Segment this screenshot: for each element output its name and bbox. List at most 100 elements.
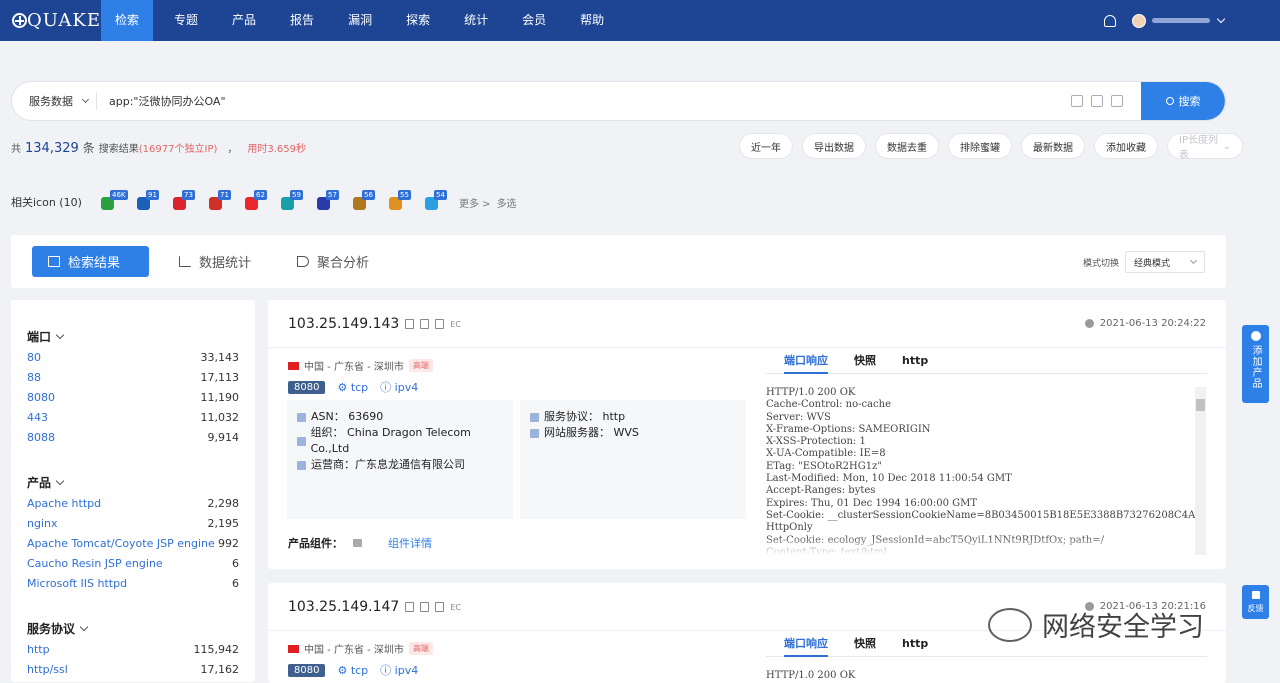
filter-item[interactable]: http/ssl 17,162 [27,660,239,680]
port-badge[interactable]: 8080 [288,663,326,677]
plus-icon [1250,331,1261,341]
related-icon-8[interactable]: 55 [385,190,411,214]
username-blurred[interactable] [1152,18,1210,23]
chevron-down-icon[interactable] [1216,14,1226,23]
filter-item[interactable]: Apache Tomcat/Coyote JSP engine 992 [27,534,239,554]
related-icon-3[interactable]: 71 [205,190,231,214]
filter-item[interactable]: Microsoft IIS httpd 6 [27,574,239,594]
tab-port-response[interactable]: 端口响应 [784,635,828,657]
scrollbar-thumb[interactable] [1196,399,1205,411]
filter-item[interactable]: 88 17,113 [27,368,239,388]
related-icon-7[interactable]: 56 [349,190,375,214]
action-button-6[interactable]: IP长度列表 ⌄ [1167,133,1243,161]
result-count: 134,329 [25,141,79,156]
filter-title[interactable]: 端口 [27,326,239,346]
copy-icon[interactable] [405,602,415,612]
filter-title[interactable]: 服务协议 [27,618,239,638]
ec-badge[interactable]: EC [450,603,461,612]
document-icon[interactable] [420,602,430,612]
add-product-button[interactable]: 添加产品 [1242,325,1269,403]
open-link-icon[interactable] [435,319,445,329]
action-buttons: 近一年 导出数据 数据去重 排除蜜罐 最新数据 添加收藏 IP长度列表 ⌄ [739,133,1243,161]
nav-item-2[interactable]: 产品 [219,0,269,41]
list-icon [48,256,60,267]
chevron-down-icon [55,476,65,485]
filter-item[interactable]: 443 11,032 [27,408,239,428]
filter-item[interactable]: 8088 9,914 [27,428,239,448]
search-type-select[interactable]: 服务数据 [12,92,97,110]
avatar[interactable] [1132,13,1146,28]
nav-menu: 检索 专题 产品 报告 漏洞 探索 统计 会员 帮助 [101,0,625,41]
tab-snapshot[interactable]: 快照 [854,352,876,374]
icon-count-badge: 56 [362,190,375,200]
nav-item-5[interactable]: 探索 [393,0,443,41]
icon-count-badge: 73 [182,190,195,200]
protocol-icon [530,412,539,422]
nav-item-8[interactable]: 帮助 [567,0,617,41]
related-icon-2[interactable]: 73 [169,190,195,214]
logo-mark-icon [12,13,27,28]
transport-label: ⚙ tcp [337,380,369,394]
action-button-0[interactable]: 近一年 [739,133,793,159]
related-icon-1[interactable]: 91 [133,190,159,214]
response-body[interactable]: HTTP/1.0 200 OK Cache-Control: no-cache … [766,387,1196,555]
related-icons-label: 相关icon (10) [11,196,82,209]
filter-item[interactable]: 8080 11,190 [27,388,239,408]
nav-item-7[interactable]: 会员 [509,0,559,41]
related-icon-6[interactable]: 57 [313,190,339,214]
related-icon-4[interactable]: 62 [241,190,267,214]
nav-item-6[interactable]: 统计 [451,0,501,41]
related-icon-5[interactable]: 59 [277,190,303,214]
feedback-button[interactable]: 反馈 [1242,585,1269,619]
response-scrollbar[interactable] [1195,387,1206,555]
filter-item[interactable]: 80 33,143 [27,348,239,368]
related-icon-0[interactable]: 46K [97,190,128,214]
tab-port-response[interactable]: 端口响应 [784,352,828,374]
action-button-2[interactable]: 数据去重 [875,133,939,159]
watermark: 网络安全学习 [988,605,1204,644]
user-area [1104,0,1226,41]
document-icon[interactable] [420,319,430,329]
nav-item-0[interactable]: 检索 [101,0,154,41]
copy-icon[interactable] [405,319,415,329]
filter-item[interactable]: Caucho Resin JSP engine 6 [27,554,239,574]
quake-logo[interactable]: QUAKE [0,10,101,31]
product-components: 产品组件： 组件详情 [288,535,432,551]
mode-select[interactable]: 经典模式 [1125,251,1205,273]
icon-count-badge: 62 [254,190,267,200]
response-body[interactable]: HTTP/1.0 200 OK [766,670,1196,683]
nav-item-4[interactable]: 漏洞 [335,0,385,41]
filter-item[interactable]: http 115,942 [27,640,239,660]
action-button-3[interactable]: 排除蜜罐 [948,133,1012,159]
scan-icon[interactable] [1071,95,1083,107]
tab-aggregate[interactable]: 聚合分析 [281,246,385,277]
open-link-icon[interactable] [435,602,445,612]
tab-http[interactable]: http [902,635,928,657]
nav-item-1[interactable]: 专题 [161,0,211,41]
action-button-1[interactable]: 导出数据 [802,133,866,159]
image-search-icon[interactable] [1091,95,1103,107]
multi-select-link[interactable]: 多选 [497,195,517,210]
mode-switch: 模式切换 经典模式 [1083,251,1205,273]
ec-badge[interactable]: EC [450,320,461,329]
action-button-4[interactable]: 最新数据 [1021,133,1085,159]
port-badge[interactable]: 8080 [288,380,326,394]
component-detail-link[interactable]: 组件详情 [388,535,432,551]
tab-stats[interactable]: 数据统计 [163,246,267,277]
search-bar: 服务数据 app:"泛微协同办公OA" 搜索 [11,81,1226,121]
port-info: 8080 ⚙ tcp ⓘ ipv4 [288,379,418,395]
settings-icon[interactable] [1111,95,1123,107]
related-icon-9[interactable]: 54 [421,190,447,214]
search-button[interactable]: 搜索 [1141,82,1225,120]
action-button-5[interactable]: 添加收藏 [1094,133,1158,159]
search-input[interactable]: app:"泛微协同办公OA" [97,93,1071,109]
notification-bell-icon[interactable] [1104,14,1116,27]
tab-http[interactable]: http [902,352,928,374]
tab-results[interactable]: 检索结果 [32,246,149,277]
filter-item[interactable]: Apache httpd 2,298 [27,494,239,514]
nav-item-3[interactable]: 报告 [277,0,327,41]
filter-title[interactable]: 产品 [27,472,239,492]
more-icons-link[interactable]: 更多 > [459,195,491,210]
filter-item[interactable]: nginx 2,195 [27,514,239,534]
tab-snapshot[interactable]: 快照 [854,635,876,657]
